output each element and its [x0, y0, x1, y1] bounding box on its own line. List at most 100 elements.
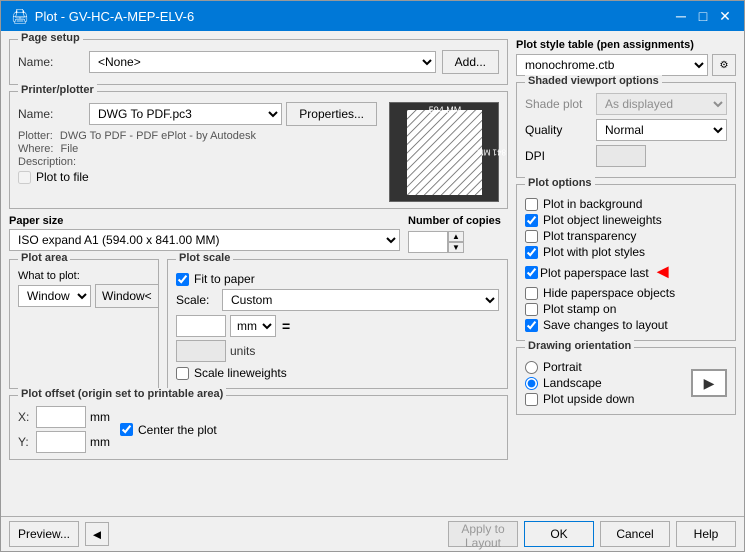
desc-info: Description:: [18, 156, 377, 168]
y-offset-row: Y: 1.97 mm: [18, 431, 110, 453]
quality-select[interactable]: Normal: [596, 119, 727, 141]
ok-button[interactable]: OK: [524, 521, 594, 547]
landscape-label: Landscape: [543, 376, 602, 390]
apply-to-layout-button[interactable]: Apply to Layout: [448, 521, 518, 547]
plot-paperspace-last-label: Plot paperspace last: [540, 266, 649, 280]
plot-stamp-on-checkbox[interactable]: [525, 303, 538, 316]
area-scale-row: Plot area What to plot: Window Window< P…: [9, 259, 508, 389]
center-plot-label: Center the plot: [138, 423, 217, 437]
properties-button[interactable]: Properties...: [286, 102, 377, 126]
x-offset-row: X: 0.00 mm: [18, 406, 110, 428]
cancel-button[interactable]: Cancel: [600, 521, 670, 547]
plot-style-table-group: Plot style table (pen assignments) monoc…: [516, 39, 736, 76]
offset-inputs: X: 0.00 mm Y: 1.97 mm: [18, 406, 110, 453]
y-offset-input[interactable]: 1.97: [36, 431, 86, 453]
preview-height-label: 841 MM: [477, 148, 506, 157]
landscape-icon: ▶: [691, 369, 727, 397]
scale-value1-input[interactable]: 1: [176, 315, 226, 337]
plot-transparency-row: Plot transparency: [525, 229, 727, 243]
plot-upside-down-row: Plot upside down: [525, 392, 634, 406]
left-panel: Page setup Name: <None> Add... Printer/p…: [9, 39, 508, 508]
x-label: X:: [18, 410, 32, 424]
plot-paperspace-last-checkbox[interactable]: [525, 266, 538, 279]
save-changes-checkbox[interactable]: [525, 319, 538, 332]
save-changes-label: Save changes to layout: [543, 318, 668, 332]
scale-lineweights-checkbox[interactable]: [176, 367, 189, 380]
plotter-info: Plotter: DWG To PDF - PDF ePlot - by Aut…: [18, 130, 377, 142]
left-arrow-button[interactable]: ◄: [85, 522, 109, 546]
dpi-input: 100: [596, 145, 646, 167]
landscape-row: Landscape: [525, 376, 634, 390]
maximize-button[interactable]: □: [694, 7, 712, 25]
ctb-edit-button[interactable]: ⚙: [712, 54, 736, 76]
ctb-select[interactable]: monochrome.ctb: [516, 54, 708, 76]
what-to-plot-label: What to plot:: [18, 270, 150, 282]
right-panel: Plot style table (pen assignments) monoc…: [516, 39, 736, 508]
title-bar-buttons: ─ □ ✕: [672, 7, 734, 25]
what-to-plot-select[interactable]: Window: [18, 285, 91, 307]
preview-button[interactable]: Preview...: [9, 521, 79, 547]
copies-spinner: 1 ▲ ▼: [408, 231, 464, 253]
paper-size-select[interactable]: ISO expand A1 (594.00 x 841.00 MM): [9, 229, 400, 251]
scale-value2-input[interactable]: 1.005: [176, 340, 226, 362]
spin-down-button[interactable]: ▼: [448, 242, 464, 253]
shaded-viewport-title: Shaded viewport options: [525, 75, 662, 87]
help-button[interactable]: Help: [676, 521, 736, 547]
red-arrow-icon: ◄: [653, 261, 673, 284]
bottom-bar: Preview... ◄ Apply to Layout OK Cancel H…: [1, 516, 744, 551]
plot-object-lineweights-label: Plot object lineweights: [543, 213, 662, 227]
plot-with-plot-styles-label: Plot with plot styles: [543, 245, 645, 259]
plot-options-title: Plot options: [525, 177, 595, 189]
copies-input[interactable]: 1: [408, 231, 448, 253]
main-content: Page setup Name: <None> Add... Printer/p…: [1, 31, 744, 516]
add-button[interactable]: Add...: [442, 50, 499, 74]
plot-transparency-checkbox[interactable]: [525, 230, 538, 243]
mm-unit-select[interactable]: mm: [230, 315, 276, 337]
plot-stamp-on-label: Plot stamp on: [543, 302, 616, 316]
printer-plotter-group: Printer/plotter Name: DWG To PDF.pc3 Pro…: [9, 91, 508, 209]
minimize-button[interactable]: ─: [672, 7, 690, 25]
plot-to-file-row: Plot to file: [18, 170, 377, 184]
hide-paperspace-objects-row: Hide paperspace objects: [525, 286, 727, 300]
title-bar-text: Plot - GV-HC-A-MEP-ELV-6: [35, 9, 194, 24]
units-label: units: [230, 344, 255, 358]
plot-upside-down-checkbox[interactable]: [525, 393, 538, 406]
page-setup-name-label: Name:: [18, 55, 83, 69]
plot-in-background-checkbox[interactable]: [525, 198, 538, 211]
scale-select[interactable]: Custom: [222, 289, 499, 311]
x-offset-input[interactable]: 0.00: [36, 406, 86, 428]
hide-paperspace-objects-checkbox[interactable]: [525, 287, 538, 300]
printer-name-select[interactable]: DWG To PDF.pc3: [89, 103, 282, 125]
y-label: Y:: [18, 435, 32, 449]
hide-paperspace-objects-label: Hide paperspace objects: [543, 286, 675, 300]
plot-with-plot-styles-checkbox[interactable]: [525, 246, 538, 259]
scale-lineweights-label: Scale lineweights: [194, 366, 287, 380]
shade-plot-row: Shade plot As displayed: [525, 93, 727, 115]
landscape-radio[interactable]: [525, 377, 538, 390]
close-button[interactable]: ✕: [716, 7, 734, 25]
plot-area-group: Plot area What to plot: Window Window<: [9, 259, 159, 389]
plot-paperspace-last-row: Plot paperspace last ◄: [525, 261, 727, 284]
plot-scale-title: Plot scale: [176, 252, 233, 264]
print-preview-box: 594 MM 841 MM: [389, 102, 499, 202]
plot-object-lineweights-checkbox[interactable]: [525, 214, 538, 227]
window-button[interactable]: Window<: [95, 284, 159, 308]
page-setup-name-select[interactable]: <None>: [89, 51, 436, 73]
printer-plotter-title: Printer/plotter: [18, 84, 97, 96]
x-mm-label: mm: [90, 410, 110, 424]
where-info: Where: File: [18, 143, 377, 155]
title-bar-icon: 🖨: [11, 8, 29, 25]
plot-scale-group: Plot scale Fit to paper Scale: Custom 1: [167, 259, 508, 389]
spin-up-button[interactable]: ▲: [448, 231, 464, 242]
landscape-arrow-icon: ▶: [704, 375, 715, 392]
center-plot-checkbox[interactable]: [120, 423, 133, 436]
drawing-orientation-title: Drawing orientation: [525, 340, 634, 352]
printer-name-label: Name:: [18, 107, 83, 121]
portrait-radio[interactable]: [525, 361, 538, 374]
fit-to-paper-checkbox[interactable]: [176, 273, 189, 286]
plot-to-file-checkbox[interactable]: [18, 171, 31, 184]
portrait-label: Portrait: [543, 360, 582, 374]
num-copies-group: Number of copies 1 ▲ ▼: [408, 215, 508, 253]
plot-with-plot-styles-row: Plot with plot styles: [525, 245, 727, 259]
plot-stamp-on-row: Plot stamp on: [525, 302, 727, 316]
